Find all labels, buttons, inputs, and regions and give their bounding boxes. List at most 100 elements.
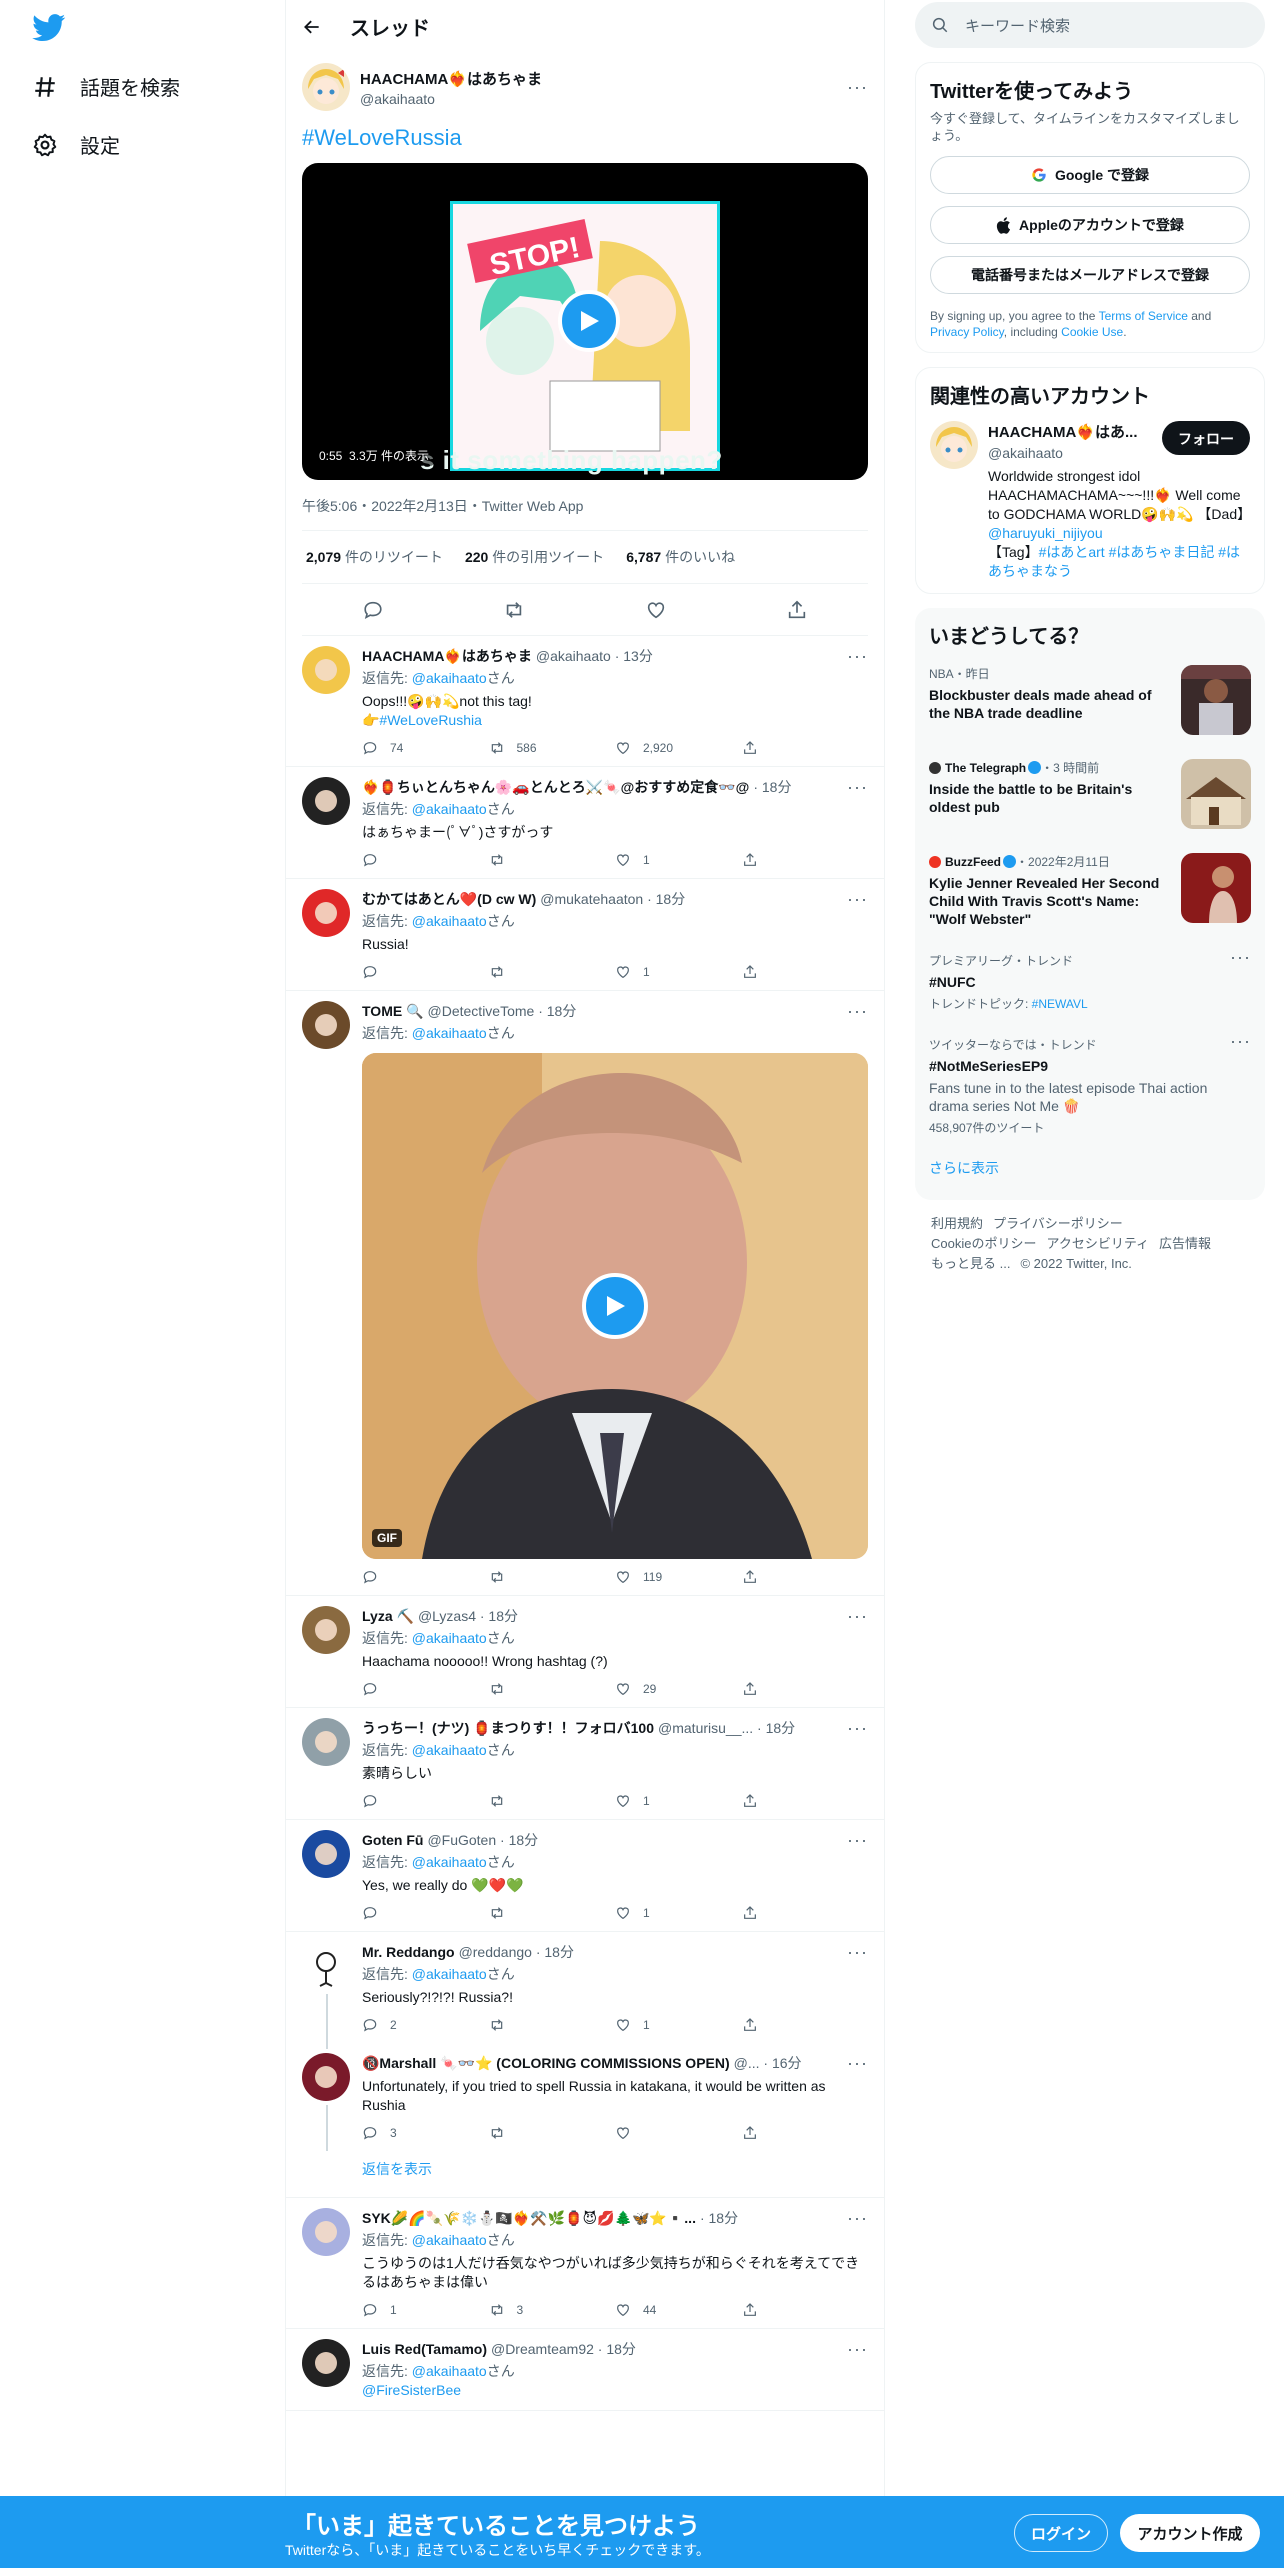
quote-count[interactable]: 220 件の引用ツイート [465, 547, 604, 567]
retweet-icon[interactable] [489, 1793, 505, 1809]
tweet-hashtag[interactable]: #WeLoveRussia [302, 125, 868, 151]
reply-tweet[interactable]: HAACHAMA❤️‍🔥はあちゃま @akaihaato · 13分 ··· 返信先:… [286, 636, 884, 767]
tweet-author-name[interactable]: Goten Fū [362, 1832, 423, 1848]
reply-tweet[interactable]: Lyza ⛏️ @Lyzas4 · 18分 ··· 返信先: @akaihaatoさん… [286, 1596, 884, 1708]
gif-media[interactable]: GIF [362, 1053, 868, 1559]
reply-icon[interactable] [362, 2017, 378, 2033]
retweet-icon[interactable] [489, 740, 505, 756]
reply-icon[interactable] [362, 1681, 378, 1697]
like-icon[interactable] [615, 1793, 631, 1809]
tweet-author-name[interactable]: Lyza ⛏️ [362, 1608, 414, 1625]
retweet-icon[interactable] [489, 852, 505, 868]
nav-explore[interactable]: 話題を検索 [32, 72, 180, 101]
more-icon[interactable]: ··· [1230, 948, 1251, 1012]
more-icon[interactable]: ··· [839, 1943, 868, 1961]
reply-icon[interactable] [362, 1793, 378, 1809]
reply-tweet[interactable]: Luis Red(Tamamo) @Dreamteam92 · 18分 ··· 返信先… [286, 2329, 884, 2411]
footer-cookie[interactable]: Cookieのポリシー [931, 1236, 1036, 1251]
tweet-author-handle[interactable]: @Lyzas4 · 18分 [418, 1606, 518, 1626]
tweet-author-name[interactable]: Mr. Reddango [362, 1944, 455, 1960]
reply-icon[interactable] [362, 1905, 378, 1921]
share-icon[interactable] [742, 1569, 758, 1585]
share-icon[interactable] [742, 740, 758, 756]
tweet-author-handle[interactable]: @Dreamteam92 · 18分 [491, 2339, 636, 2359]
footer-accessibility[interactable]: アクセシビリティ [1046, 1236, 1149, 1251]
trend-item[interactable]: ツイッターならでは・トレンド #NotMeSeriesEP9 Fans tune… [929, 1024, 1251, 1148]
reply-icon[interactable] [362, 1569, 378, 1585]
author-name[interactable]: HAACHAMA❤️‍🔥はあちゃま [360, 68, 542, 89]
like-icon[interactable] [615, 2302, 631, 2318]
avatar[interactable] [302, 2208, 350, 2256]
share-icon[interactable] [786, 599, 808, 621]
avatar[interactable] [302, 2053, 350, 2101]
mention-link[interactable]: @akaihaato [412, 1854, 487, 1870]
like-icon[interactable] [615, 2125, 631, 2141]
reply-tweet[interactable]: SYK🌽🌈🍡🌾❄️⛄🏴‍☠️❤️‍🔥⚒️🌿🏮😈💋🌲🦋⭐▪️... · 18分 ···… [286, 2198, 884, 2329]
share-icon[interactable] [742, 852, 758, 868]
show-more-link[interactable]: さらに表示 [929, 1148, 1251, 1188]
cookie-link[interactable]: Cookie Use [1061, 325, 1123, 339]
like-icon[interactable] [615, 1569, 631, 1585]
search-input[interactable]: キーワード検索 [915, 2, 1265, 48]
avatar[interactable] [302, 889, 350, 937]
retweet-icon[interactable] [489, 1905, 505, 1921]
retweet-icon[interactable] [489, 1569, 505, 1585]
tweet-timestamp[interactable]: 午後5:06・2022年2月13日・Twitter Web App [302, 480, 868, 531]
mention-link[interactable]: @akaihaato [412, 1025, 487, 1041]
tweet-author-handle[interactable]: @FuGoten · 18分 [427, 1830, 538, 1850]
avatar[interactable] [930, 421, 978, 469]
avatar[interactable] [302, 1606, 350, 1654]
reply-tweet[interactable]: ❤️‍🔥🏮ちぃとんちゃん🌸🚗とんとろ⚔️🍬@おすすめ定食👓@ · 18分 ··· 返信… [286, 767, 884, 879]
avatar[interactable] [302, 1001, 350, 1049]
play-button[interactable] [558, 290, 620, 352]
share-icon[interactable] [742, 964, 758, 980]
tweet-author-name[interactable]: ❤️‍🔥🏮ちぃとんちゃん🌸🚗とんとろ⚔️🍬@おすすめ定食👓@ [362, 777, 749, 797]
like-icon[interactable] [615, 1905, 631, 1921]
more-icon[interactable]: ··· [839, 1002, 868, 1020]
share-icon[interactable] [742, 2125, 758, 2141]
reply-tweet[interactable]: Goten Fū @FuGoten · 18分 ··· 返信先: @akaihaato… [286, 1820, 884, 1932]
like-icon[interactable] [615, 964, 631, 980]
tweet-author-handle[interactable]: @DetectiveTome · 18分 [428, 1001, 577, 1021]
reply-tweet[interactable]: うっちー！(ナツ) 🏮まつりす！！フォロバ100 @maturisu__... ·… [286, 1708, 884, 1820]
tweet-author-name[interactable]: HAACHAMA❤️‍🔥はあちゃま [362, 646, 532, 666]
reply-icon[interactable] [362, 740, 378, 756]
reply-icon[interactable] [362, 2125, 378, 2141]
video-player[interactable]: STOP! s it something happen? 0:55 3.3万 件… [302, 163, 868, 480]
avatar[interactable] [302, 1830, 350, 1878]
more-icon[interactable]: ··· [839, 2054, 868, 2072]
reply-icon[interactable] [362, 964, 378, 980]
follow-button[interactable]: フォロー [1162, 421, 1250, 455]
like-icon[interactable] [615, 1681, 631, 1697]
retweet-icon[interactable] [489, 2017, 505, 2033]
footer-more[interactable]: もっと見る ... [931, 1256, 1010, 1271]
more-icon[interactable]: ··· [839, 647, 868, 665]
mention-link[interactable]: @akaihaato [412, 2232, 487, 2248]
more-icon[interactable]: ··· [839, 1831, 868, 1849]
share-icon[interactable] [742, 2302, 758, 2318]
relevant-name[interactable]: HAACHAMA❤️‍🔥はあ... [988, 421, 1156, 442]
reply-tweet[interactable]: むかてはあとん❤️(D cw W) @mukatehaaton · 18分 ··· 返… [286, 879, 884, 991]
phone-signup-button[interactable]: 電話番号またはメールアドレスで登録 [930, 256, 1250, 294]
tweet-author-name[interactable]: 🔞Marshall 🍬👓⭐ (COLORING COMMISSIONS OPEN… [362, 2055, 730, 2072]
twitter-logo-icon[interactable] [32, 14, 66, 42]
mention-link[interactable]: @akaihaato [412, 2363, 487, 2379]
mention-link[interactable]: @FireSisterBee [362, 2381, 868, 2400]
tweet-author-handle[interactable]: @akaihaato · 13分 [536, 646, 653, 666]
tweet-author-name[interactable]: むかてはあとん❤️(D cw W) [362, 889, 536, 909]
login-button[interactable]: ログイン [1014, 2514, 1108, 2552]
back-button[interactable] [302, 7, 342, 47]
share-icon[interactable] [742, 2017, 758, 2033]
more-icon[interactable]: ··· [839, 778, 868, 796]
tweet-author-name[interactable]: SYK🌽🌈🍡🌾❄️⛄🏴‍☠️❤️‍🔥⚒️🌿🏮😈💋🌲🦋⭐▪️... [362, 2210, 696, 2227]
trend-topic-link[interactable]: #NEWAVL [1032, 997, 1088, 1011]
avatar[interactable] [302, 777, 350, 825]
mention-link[interactable]: @akaihaato [412, 670, 487, 686]
avatar[interactable] [302, 646, 350, 694]
relevant-account[interactable]: HAACHAMA❤️‍🔥はあ... @akaihaato フォロー Worldw… [930, 421, 1251, 581]
tweet-author-handle[interactable]: · 18分 [753, 777, 791, 797]
show-replies-link[interactable]: 返信を表示 [286, 2151, 884, 2198]
share-icon[interactable] [742, 1793, 758, 1809]
mention-link[interactable]: @akaihaato [412, 801, 487, 817]
mention-link[interactable]: @akaihaato [412, 1966, 487, 1982]
